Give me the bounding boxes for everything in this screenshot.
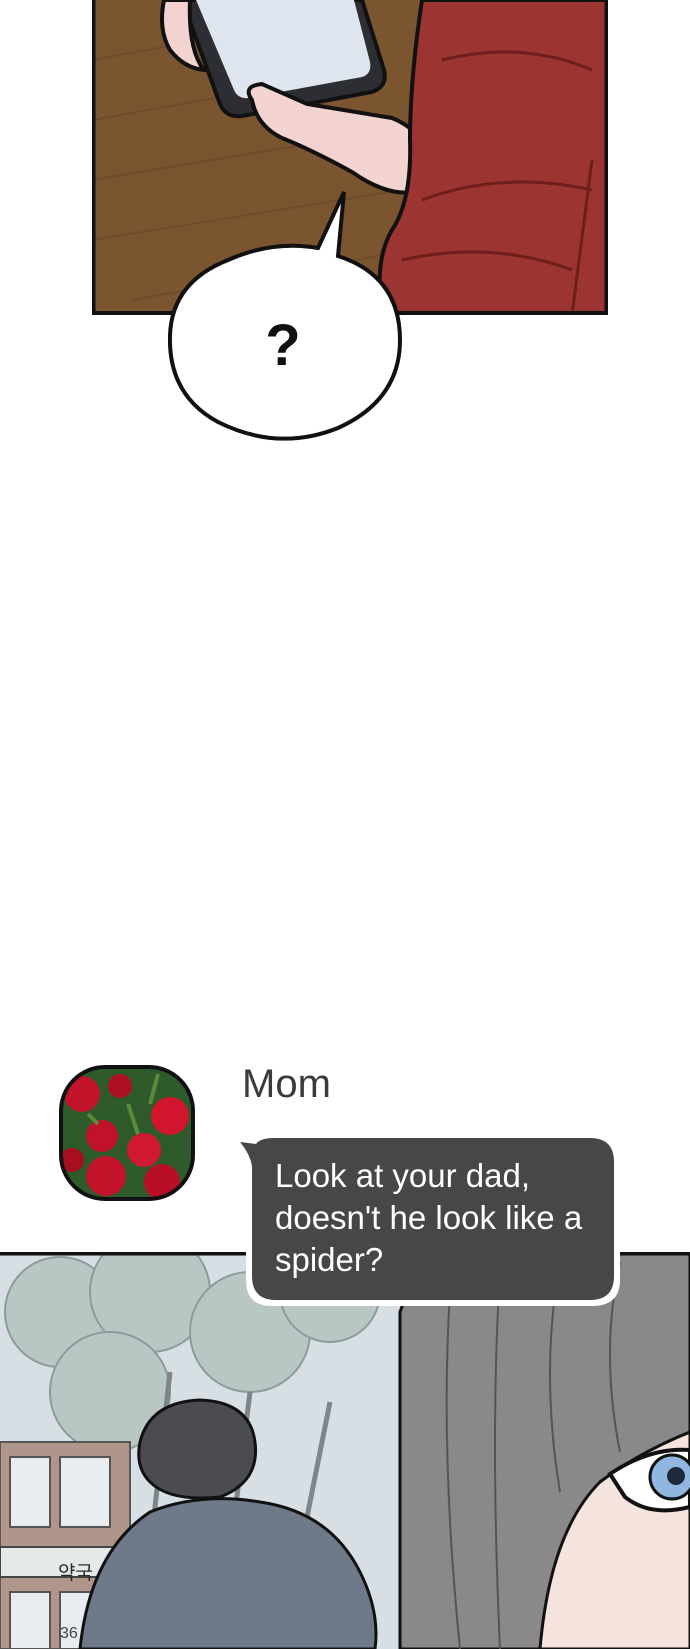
speech-bubble-text: ? <box>265 313 300 378</box>
rose-avatar-icon <box>59 1065 195 1201</box>
building-number-text: 36 <box>60 1625 78 1642</box>
message-text: Look at your dad, doesn't he look like a… <box>275 1157 583 1278</box>
bottom-comic-panel <box>0 1252 690 1649</box>
store-sign-text: 약국 <box>58 1563 93 1584</box>
person-hair <box>137 1398 258 1500</box>
eye-pupil <box>667 1467 685 1485</box>
red-hoodie-sleeve <box>377 0 608 315</box>
speech-bubble: ? <box>168 191 403 441</box>
sender-name: Mom <box>242 1062 331 1106</box>
